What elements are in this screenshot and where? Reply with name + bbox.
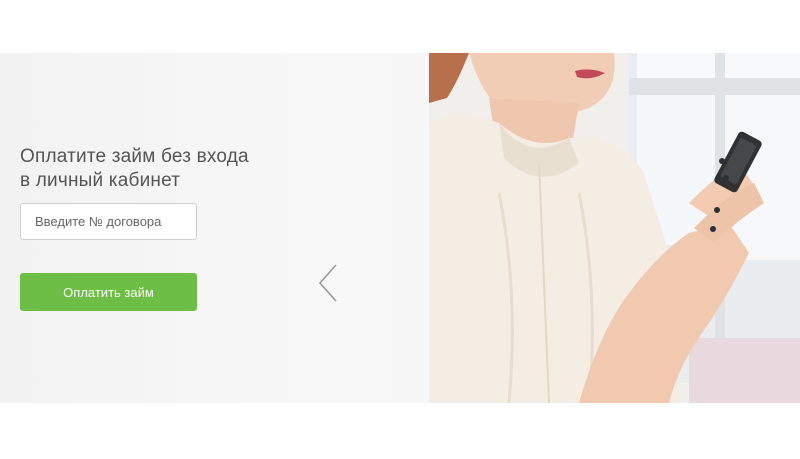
banner-headline: Оплатите займ без входа в личный кабинет <box>20 145 320 193</box>
hero-banner: Оплатите займ без входа в личный кабинет… <box>0 53 800 403</box>
headline-line-2: в личный кабинет <box>20 170 181 191</box>
headline-line-1: Оплатите займ без входа <box>20 146 249 167</box>
chevron-left-icon[interactable] <box>316 263 340 303</box>
payment-panel: Оплатите займ без входа в личный кабинет… <box>0 53 429 403</box>
contract-number-input[interactable] <box>20 203 197 240</box>
woman-with-phone-image <box>429 53 800 403</box>
pay-loan-button[interactable]: Оплатить займ <box>20 273 197 311</box>
